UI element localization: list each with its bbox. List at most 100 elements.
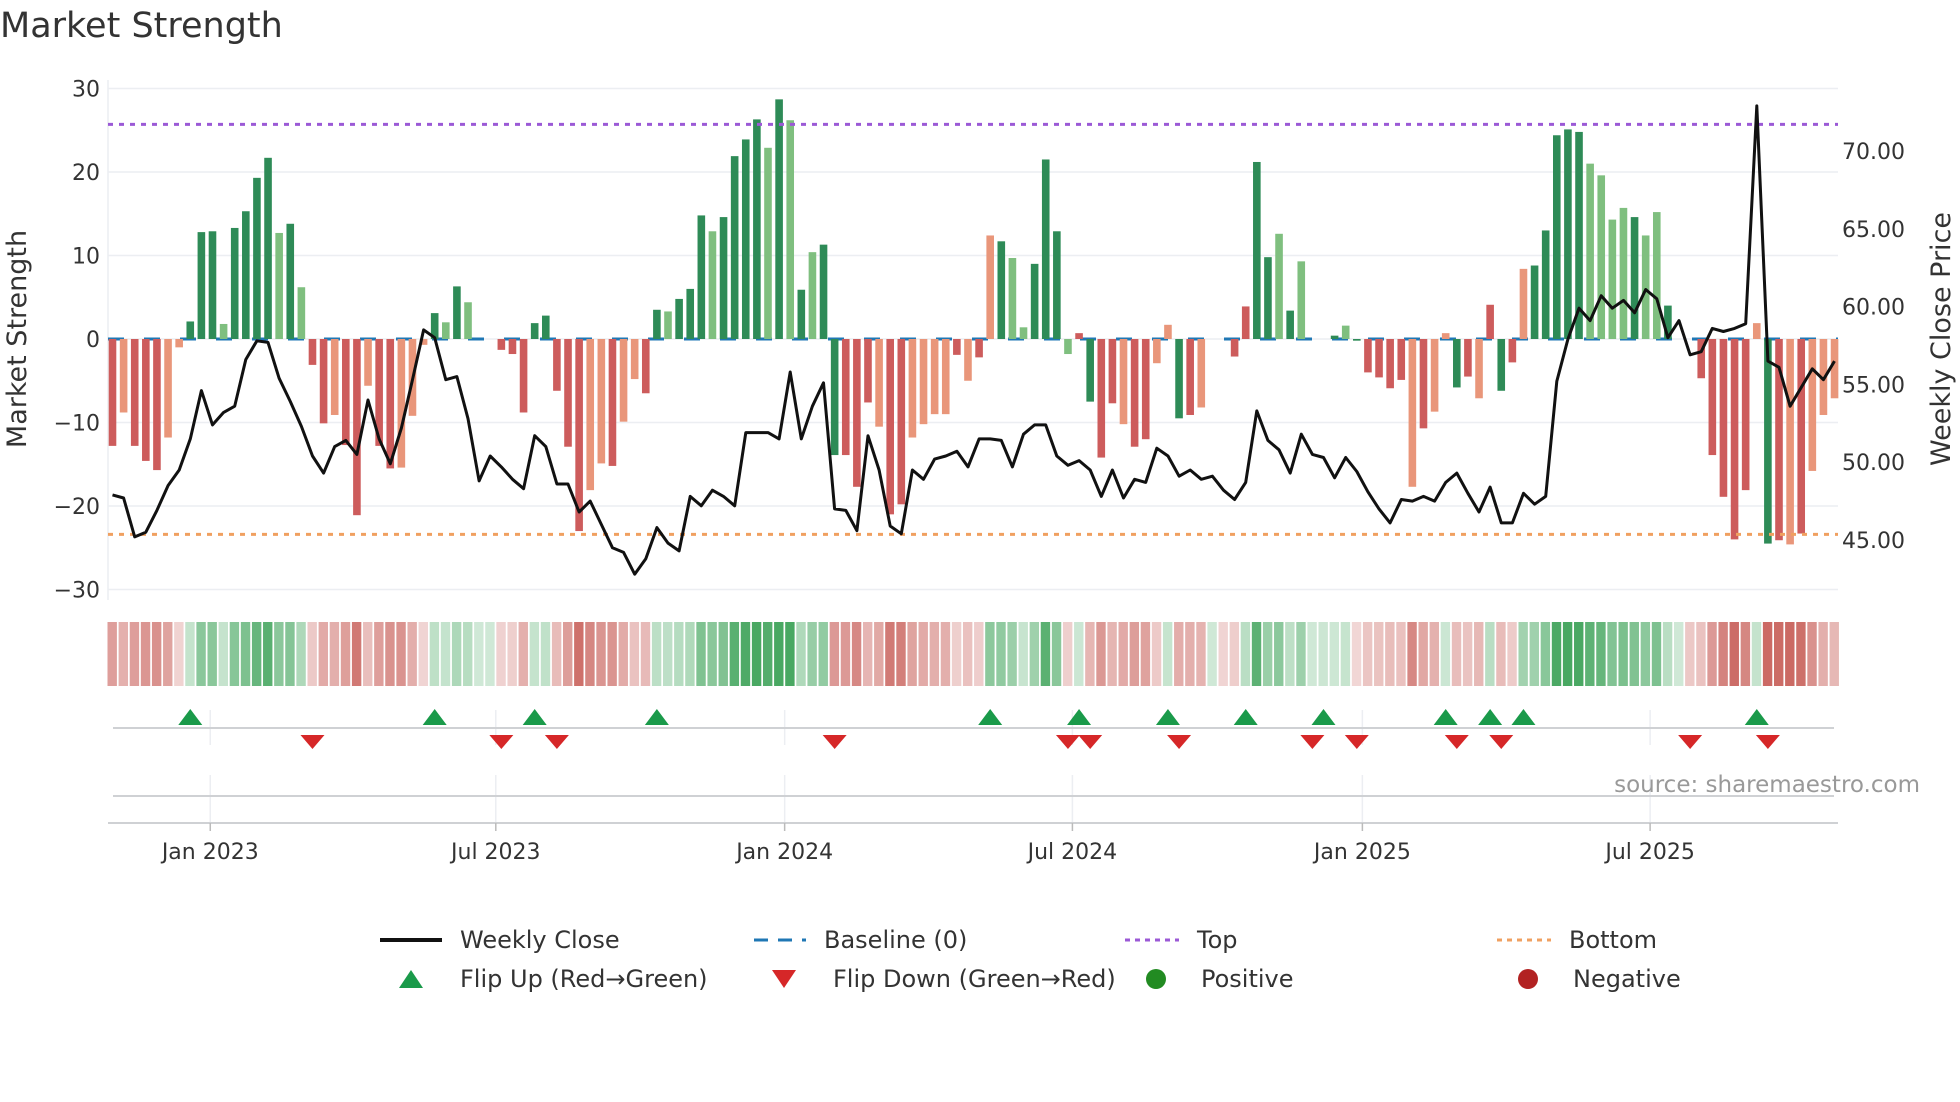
strength-bar (1530, 265, 1539, 339)
strength-bar (730, 156, 739, 339)
left-axis-ticks: 30 20 10 0 −10 −20 −30 (54, 78, 100, 604)
strip-cell (185, 622, 195, 686)
y-tick-label: −30 (54, 579, 100, 604)
flip-down-marker (1444, 735, 1469, 749)
strength-bar (1341, 325, 1350, 339)
strip-cell (1085, 622, 1095, 686)
y2-tick-label: 45.00 (1842, 529, 1905, 554)
strip-cell (1407, 622, 1417, 686)
strength-bar (242, 211, 250, 339)
strength-bar (797, 289, 806, 339)
strength-bar (741, 139, 750, 339)
y-tick-label: 30 (72, 78, 100, 103)
strip-cell (318, 622, 328, 686)
flip-down-marker (489, 735, 514, 749)
flip-down-marker (1678, 735, 1703, 749)
strip-cell (385, 622, 395, 686)
strip-cell (740, 622, 751, 686)
strip-cell (640, 622, 651, 686)
strip-cell (485, 622, 495, 686)
strength-bar (386, 339, 395, 469)
strength-bar (564, 339, 572, 447)
strip-cell (696, 622, 706, 686)
strength-bar (908, 339, 917, 438)
strength-bar (1097, 339, 1106, 458)
strength-bar (1497, 339, 1506, 391)
strength-bar (1708, 339, 1717, 456)
flip-down-marker (1300, 735, 1325, 749)
strip-cell (663, 622, 673, 686)
strip-cell (1807, 622, 1817, 686)
strip-cell (1185, 622, 1195, 686)
strength-bar (1752, 323, 1761, 339)
strength-bar (1608, 219, 1617, 339)
strip-cell (985, 622, 995, 686)
strength-bar (353, 339, 361, 516)
strip-cell (418, 622, 428, 686)
strength-bar (1741, 339, 1750, 491)
strip-cell (929, 622, 940, 686)
strip-cell (196, 622, 206, 686)
strip-cell (307, 622, 317, 686)
strength-bar (697, 215, 706, 339)
flip-up-marker (1478, 709, 1503, 725)
strip-cell (840, 622, 851, 686)
strength-bar (964, 339, 972, 381)
strip-cell (229, 622, 240, 686)
y-tick-label: 10 (72, 245, 100, 270)
strip-cell (474, 622, 484, 686)
strength-bar (997, 241, 1006, 339)
strength-bar (453, 286, 461, 339)
strip-cell (496, 622, 506, 686)
x-axis-ticks: Jan 2023 Jul 2023 Jan 2024 Jul 2024 Jan 2025… (160, 823, 1695, 865)
y2-axis-label: Weekly Close Price (1926, 212, 1957, 466)
strength-bar (630, 339, 639, 380)
y-tick-label: −20 (54, 495, 100, 520)
flip-up-marker (422, 709, 447, 725)
strength-bar (108, 339, 117, 446)
strength-bar (1164, 324, 1172, 339)
strip-cell (1762, 622, 1773, 686)
strip-cell (1451, 622, 1462, 686)
strip-cell (1651, 622, 1662, 686)
strength-bar (1375, 339, 1383, 378)
strength-bar (1197, 339, 1206, 408)
strip-cell (1351, 622, 1362, 686)
strip-cell (607, 622, 617, 686)
strength-bar (986, 235, 994, 339)
flip-down-marker (300, 735, 325, 749)
strip-cell (1196, 622, 1206, 686)
strip-cell (1618, 622, 1628, 686)
strip-cell (1274, 622, 1284, 686)
strength-bar (286, 223, 295, 339)
strip-cell (163, 622, 173, 686)
strength-bar (1830, 339, 1839, 399)
right-axis-ticks: 70.00 65.00 60.00 55.00 50.00 45.00 (1842, 140, 1905, 554)
strip-cell (851, 622, 862, 686)
strip-cell (1474, 622, 1484, 686)
flip-down-marker (1344, 735, 1369, 749)
strip-cell (1040, 622, 1051, 686)
source-label: source: sharemaestro.com (1614, 772, 1920, 798)
strength-bar (1508, 339, 1517, 363)
strength-bar (1108, 339, 1117, 404)
strip-cell (1485, 622, 1495, 686)
strip-cell (118, 622, 129, 686)
strength-bar (1808, 339, 1817, 471)
flip-up-marker (522, 709, 547, 725)
strip-cell (1718, 622, 1728, 686)
strength-bar (1241, 306, 1250, 339)
strip-cell (707, 622, 717, 686)
strength-bar (875, 339, 883, 427)
strength-bar (1053, 231, 1061, 339)
strip-cell (1240, 622, 1251, 686)
strip-cell (796, 622, 806, 686)
strength-bar (786, 120, 795, 339)
strength-bar (1564, 129, 1572, 339)
strength-bar (1553, 135, 1561, 339)
strip-cell (785, 622, 795, 686)
strength-bar (1264, 257, 1272, 339)
x-tick-label: Jan 2024 (734, 840, 833, 865)
strength-bar (1386, 339, 1394, 389)
strip-cell (1018, 622, 1028, 686)
